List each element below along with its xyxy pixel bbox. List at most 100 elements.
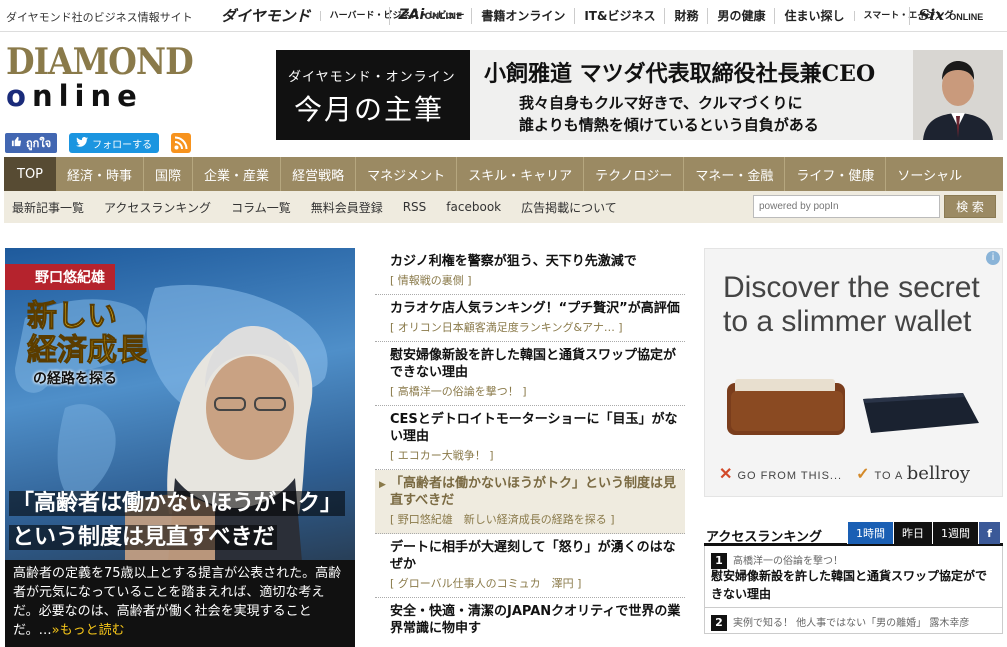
- banner-portrait-photo: [913, 50, 1003, 140]
- news-list: カジノ利権を警察が狙う、天下り先激減で [ 情報戦の裏側 ] カラオケ店人気ラン…: [375, 248, 685, 643]
- logo-o: o: [6, 79, 32, 113]
- thumbs-up-icon: [11, 136, 22, 150]
- banner-quote-line2: 誰よりも情熱を傾けているという自負がある: [519, 116, 819, 134]
- subnav-advertise[interactable]: 広告掲載について: [511, 199, 627, 216]
- rank-category: 高橋洋一の俗論を撃つ！: [733, 556, 843, 567]
- news-category: [ エコカー大戦争！ ]: [390, 449, 494, 462]
- access-ranking: アクセスランキング 1時間 昨日 1週間 f 1 高橋洋一の俗論を撃つ！ 慰安婦…: [704, 522, 1003, 634]
- feature-headline-line2: という制度は見直すべきだ: [9, 525, 278, 550]
- hbr-label: ハーバード・ビジネス・レビュー: [329, 11, 465, 21]
- nav-management[interactable]: マネジメント: [355, 157, 456, 191]
- search-button[interactable]: 検 索: [944, 195, 996, 218]
- nav-career[interactable]: スキル・キャリア: [456, 157, 583, 191]
- subnav-ranking[interactable]: アクセスランキング: [94, 199, 221, 216]
- subnav-rss[interactable]: RSS: [393, 200, 437, 214]
- nav-international[interactable]: 国際: [143, 157, 192, 191]
- rank-category: 実例で知る！ 他人事ではない「男の離婚」 露木幸彦: [733, 618, 970, 629]
- link-it[interactable]: IT&ビジネス: [574, 8, 664, 24]
- check-mark-icon: ✓: [856, 466, 871, 483]
- link-housing[interactable]: 住まい探し: [774, 8, 853, 24]
- nav-life[interactable]: ライフ・健康: [784, 157, 885, 191]
- news-title: カラオケ店人気ランキング！“プチ贅沢”が高評価: [390, 301, 680, 316]
- rank-number: 2: [711, 615, 727, 631]
- banner-name: 小飼雅道 マツダ代表取締役社長兼CEO: [484, 61, 876, 87]
- link-zai[interactable]: ZAiONLINE: [388, 7, 472, 25]
- top-utility-bar: ダイヤモンド社のビジネス情報サイト ダイヤモンド ハーバード・ビジネス・レビュー…: [0, 0, 1007, 32]
- feature-author: 野口悠紀雄: [5, 264, 115, 290]
- list-item[interactable]: 安全・快適・清潔のJAPANクオリティで世界の業界常識に物申す: [375, 598, 685, 643]
- ranking-item[interactable]: 2 実例で知る！ 他人事ではない「男の離婚」 露木幸彦: [704, 608, 1003, 634]
- sub-nav: 最新記事一覧 アクセスランキング コラム一覧 無料会員登録 RSS facebo…: [4, 191, 1003, 223]
- feature-headline: 「高齢者は働かないほうがトク」 という制度は見直すべきだ: [9, 487, 355, 555]
- like-label: ถูกใจ: [26, 137, 52, 150]
- news-title: デートに相手が大遅刻して「怒り」が湧くのはなぜか: [390, 540, 676, 572]
- rss-icon[interactable]: [171, 133, 192, 153]
- list-item[interactable]: 慰安婦像新設を許した韓国と通貨スワップ協定ができない理由 [ 高橋洋一の俗論を撃…: [375, 342, 685, 406]
- nav-technology[interactable]: テクノロジー: [583, 157, 683, 191]
- columnist-banner[interactable]: ダイヤモンド・オンライン 今月の主筆 小飼雅道 マツダ代表取締役社長兼CEO 我…: [276, 50, 1003, 140]
- search-input[interactable]: [753, 195, 940, 218]
- triangle-right-icon: ▶: [379, 480, 386, 490]
- ad-foot2: TO A: [874, 470, 903, 482]
- list-item[interactable]: カジノ利権を警察が狙う、天下り先激減で [ 情報戦の裏側 ]: [375, 248, 685, 295]
- news-category: [ グローバル仕事人のコミュカ 澤円 ]: [390, 577, 582, 590]
- banner-label-box: ダイヤモンド・オンライン 今月の主筆: [276, 50, 470, 140]
- link-books[interactable]: 書籍オンライン: [471, 8, 574, 24]
- facebook-icon[interactable]: f: [978, 522, 1000, 544]
- nav-social[interactable]: ソーシャル: [885, 157, 973, 191]
- link-smart-aging[interactable]: スマート・エイジング: [853, 11, 953, 21]
- link-diamond[interactable]: ダイヤモンド: [212, 8, 320, 24]
- network-links: ダイヤモンド ハーバード・ビジネス・レビュー ZAiONLINE 書籍オンライン…: [212, 0, 992, 32]
- news-category: [ 野口悠紀雄 新しい経済成長の経路を探る ]: [390, 513, 615, 526]
- logo-line1: DIAMOND: [6, 39, 194, 83]
- ad-headline-line2: to a slimmer wallet: [723, 305, 972, 338]
- subnav-facebook[interactable]: facebook: [436, 200, 511, 214]
- news-title: カジノ利権を警察が狙う、天下り先激減で: [390, 254, 637, 269]
- news-category: [ 情報戦の裏側 ]: [390, 274, 472, 287]
- search-box: 検 索: [753, 195, 996, 218]
- twitter-bird-icon: [76, 136, 89, 150]
- list-item[interactable]: デートに相手が大遅刻して「怒り」が湧くのはなぜか [ グローバル仕事人のコミュカ…: [375, 534, 685, 598]
- feature-series-title: 新しい 経済成長 の経路を探る: [27, 299, 148, 390]
- tab-yesterday[interactable]: 昨日: [893, 522, 932, 544]
- link-six[interactable]: Six ONLINE: [908, 6, 993, 25]
- site-logo[interactable]: DIAMOND online: [6, 39, 194, 114]
- nav-economy[interactable]: 経済・時事: [56, 157, 143, 191]
- six-sub: ONLINE: [949, 12, 984, 22]
- nav-industry[interactable]: 企業・産業: [192, 157, 280, 191]
- ad-foot1: GO FROM THIS...: [737, 470, 843, 482]
- nav-top[interactable]: TOP: [4, 157, 57, 191]
- list-item-active[interactable]: ▶ 「高齢者は働かないほうがトク」という制度は見直すべきだ [ 野口悠紀雄 新し…: [375, 470, 685, 534]
- ranking-header: アクセスランキング 1時間 昨日 1週間 f: [704, 522, 1003, 546]
- x-mark-icon: ✕: [719, 466, 734, 483]
- tab-1hour[interactable]: 1時間: [847, 522, 893, 544]
- ad-info-icon[interactable]: i: [986, 251, 1000, 265]
- link-health[interactable]: 男の健康: [707, 8, 774, 24]
- feature-title-line3: の経路を探る: [33, 371, 117, 387]
- subnav-columns[interactable]: コラム一覧: [221, 199, 301, 216]
- banner-quote-line1: 我々自身もクルマ好きで、クルマづくりに: [519, 94, 803, 112]
- facebook-like-button[interactable]: ถูกใจ: [5, 133, 58, 153]
- six-label: Six: [918, 6, 944, 24]
- logo-rest: nline: [31, 79, 143, 113]
- news-category: [ オリコン日本顧客満足度ランキング&アナ… ]: [390, 321, 623, 334]
- ad-headline-line1: Discover the secret: [723, 271, 980, 304]
- subnav-register[interactable]: 無料会員登録: [301, 199, 393, 216]
- site-description: ダイヤモンド社のビジネス情報サイト: [6, 11, 193, 24]
- rank-number: 1: [711, 553, 727, 569]
- twitter-follow-button[interactable]: フォローする: [69, 133, 160, 153]
- nav-strategy[interactable]: 経営戦略: [280, 157, 355, 191]
- tab-1week[interactable]: 1週間: [932, 522, 978, 544]
- feature-article[interactable]: 野口悠紀雄 新しい 経済成長 の経路を探る 「高齢者は働かないほうがトク」 とい…: [5, 248, 355, 647]
- link-finance[interactable]: 財務: [664, 8, 707, 24]
- zai-sub: ONLINE: [424, 12, 463, 22]
- list-item[interactable]: カラオケ店人気ランキング！“プチ贅沢”が高評価 [ オリコン日本顧客満足度ランキ…: [375, 295, 685, 342]
- nav-money[interactable]: マネー・金融: [683, 157, 784, 191]
- ranking-item[interactable]: 1 高橋洋一の俗論を撃つ！ 慰安婦像新設を許した韓国と通貨スワップ協定ができない…: [704, 546, 1003, 608]
- advertisement[interactable]: i Discover the secret to a slimmer walle…: [704, 248, 1003, 497]
- subnav-latest[interactable]: 最新記事一覧: [4, 199, 94, 216]
- banner-heading: 今月の主筆: [294, 93, 445, 126]
- link-hbr[interactable]: ハーバード・ビジネス・レビュー: [319, 11, 465, 21]
- read-more-link[interactable]: »もっと読む: [52, 623, 125, 638]
- list-item[interactable]: CESとデトロイトモーターショーに「目玉」がない理由 [ エコカー大戦争！ ]: [375, 406, 685, 470]
